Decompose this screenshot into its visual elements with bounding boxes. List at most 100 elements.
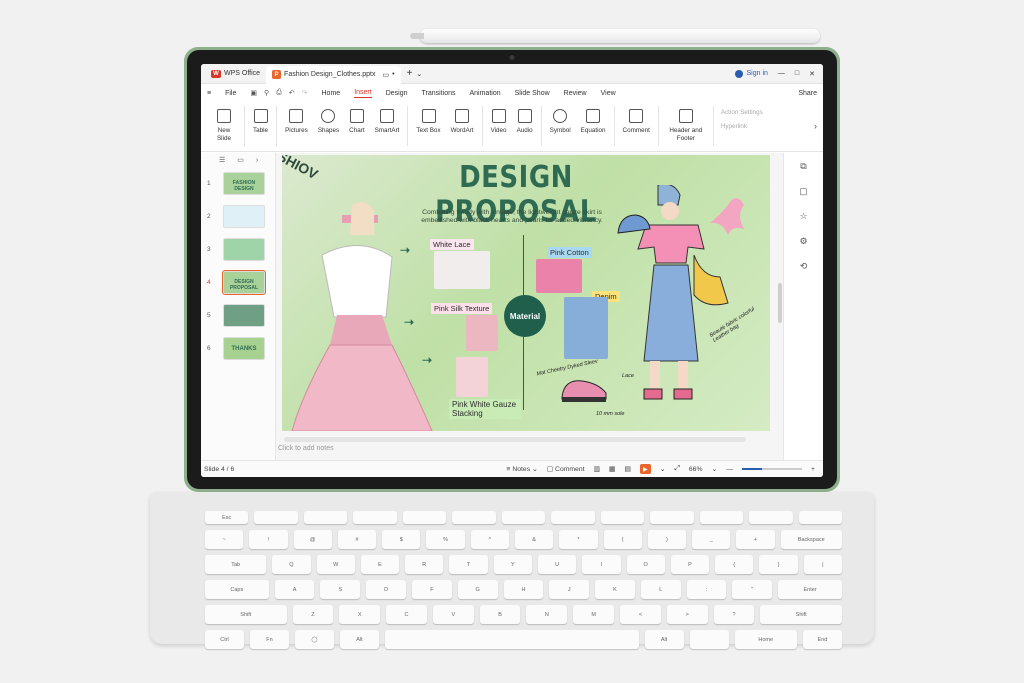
print-icon[interactable]: ⎙: [276, 89, 282, 97]
tab-document[interactable]: P Fashion Design_Clothes.pptx ▭ •: [266, 65, 401, 84]
new-tab-icon[interactable]: +: [407, 68, 413, 79]
shapes-button[interactable]: Shapes: [313, 106, 344, 135]
collapse-panel-icon[interactable]: ›: [256, 157, 258, 164]
thumbnail-item[interactable]: 1 FASHION DESIGN: [201, 167, 275, 200]
key[interactable]: |: [803, 555, 842, 574]
key-space[interactable]: [385, 630, 639, 649]
find-icon[interactable]: ⚲: [264, 89, 269, 97]
tab-wps-office[interactable]: W WPS Office: [205, 66, 266, 82]
wordart-button[interactable]: WordArt: [446, 106, 479, 135]
key[interactable]: W: [316, 555, 355, 574]
illustration-dress-figure[interactable]: [282, 195, 442, 431]
label-pink-gauze[interactable]: Pink White Gauze Stacking: [449, 399, 521, 419]
menu-review[interactable]: Review: [564, 90, 587, 97]
slide-4[interactable]: SHIOV DESIGN PROPOSAL Combining trendy w…: [282, 155, 770, 431]
key[interactable]: _: [692, 530, 731, 549]
thumbnail-item[interactable]: 3: [201, 233, 275, 266]
key[interactable]: [551, 511, 595, 524]
fit-window-icon[interactable]: ⤢: [674, 465, 679, 473]
thumbnail-item[interactable]: 2: [201, 200, 275, 233]
ribbon-scroll-right-icon[interactable]: ›: [814, 106, 817, 146]
normal-view-icon[interactable]: ▥: [594, 465, 600, 473]
key-caps[interactable]: Caps: [205, 580, 269, 599]
key-alt[interactable]: Alt: [644, 630, 684, 649]
key[interactable]: X: [339, 605, 381, 624]
minimize-icon[interactable]: —: [778, 70, 785, 77]
key[interactable]: Q: [272, 555, 311, 574]
video-button[interactable]: Video: [486, 106, 512, 135]
material-badge[interactable]: Material: [504, 295, 546, 337]
thumbnail-item[interactable]: 4 DESIGN PROPOSAL: [201, 266, 275, 299]
zoom-out-icon[interactable]: —: [726, 466, 733, 473]
play-slideshow-icon[interactable]: ▶: [639, 464, 651, 474]
file-menu[interactable]: File: [225, 90, 236, 97]
share-button[interactable]: Share: [798, 90, 817, 97]
thumbnail-item[interactable]: 5: [201, 299, 275, 332]
undo-icon[interactable]: ↶: [289, 89, 295, 97]
key[interactable]: U: [537, 555, 577, 574]
key[interactable]: %: [426, 530, 465, 549]
key[interactable]: ": [732, 580, 773, 599]
key[interactable]: I: [582, 555, 621, 574]
table-button[interactable]: Table: [248, 106, 273, 135]
label-white-lace[interactable]: White Lace: [430, 239, 474, 250]
key-backspace[interactable]: Backspace: [780, 530, 842, 549]
key[interactable]: S: [320, 580, 361, 599]
audio-button[interactable]: Audio: [512, 106, 538, 135]
equation-button[interactable]: Equation: [576, 106, 611, 135]
key[interactable]: A: [274, 580, 315, 599]
key[interactable]: #: [337, 530, 377, 549]
key[interactable]: @: [293, 530, 332, 549]
comment-button[interactable]: Comment: [618, 106, 655, 135]
settings-sliders-icon[interactable]: ⚙: [799, 236, 807, 247]
text-box-button[interactable]: Text Box: [411, 106, 445, 135]
key[interactable]: [699, 511, 744, 524]
comment-panel-icon[interactable]: ▢: [799, 186, 808, 197]
sign-in-button[interactable]: Sign in: [735, 69, 768, 78]
key-enter[interactable]: Enter: [778, 580, 842, 599]
key-shift[interactable]: Shift: [760, 605, 842, 624]
notes-pane[interactable]: Click to add notes: [276, 445, 783, 452]
maximize-icon[interactable]: □: [795, 70, 799, 77]
key[interactable]: M: [573, 605, 615, 624]
key[interactable]: P: [670, 555, 710, 574]
menu-view[interactable]: View: [601, 90, 616, 97]
key[interactable]: [254, 511, 298, 524]
key[interactable]: [798, 511, 843, 524]
zoom-slider[interactable]: [742, 468, 803, 470]
key-tab[interactable]: Tab: [205, 555, 267, 574]
key[interactable]: *: [559, 530, 598, 549]
menu-transitions[interactable]: Transitions: [422, 90, 456, 97]
close-icon[interactable]: ✕: [809, 70, 815, 78]
key[interactable]: {: [715, 555, 754, 574]
menu-home[interactable]: Home: [322, 90, 341, 97]
chevron-down-icon[interactable]: ⌄: [416, 70, 422, 78]
key[interactable]: ~: [205, 530, 244, 549]
key[interactable]: $: [382, 530, 421, 549]
key[interactable]: E: [360, 555, 400, 574]
key-fn[interactable]: Fn: [250, 630, 289, 649]
key-circle[interactable]: ◯: [295, 630, 334, 649]
key[interactable]: F: [412, 580, 452, 599]
key-ctrl[interactable]: Ctrl: [205, 630, 244, 649]
key[interactable]: Z: [292, 605, 334, 624]
horizontal-scrollbar[interactable]: [284, 437, 746, 442]
slide-canvas[interactable]: SHIOV DESIGN PROPOSAL Combining trendy w…: [276, 153, 783, 460]
notes-toggle[interactable]: ≡ Notes ⌄: [507, 465, 538, 473]
comment-toggle[interactable]: ▢ Comment: [547, 465, 585, 473]
copy-icon[interactable]: ⧉: [800, 161, 806, 172]
key[interactable]: [501, 511, 546, 524]
key[interactable]: ^: [470, 530, 509, 549]
window-icon[interactable]: ▭: [383, 71, 390, 79]
outline-view-icon[interactable]: ☰: [219, 156, 225, 164]
key[interactable]: L: [640, 580, 681, 599]
key[interactable]: <: [620, 605, 661, 624]
chevron-down-icon[interactable]: ⌄: [712, 465, 718, 473]
key-home[interactable]: Home: [734, 630, 797, 649]
key[interactable]: ?: [713, 605, 755, 624]
pictures-button[interactable]: Pictures: [280, 106, 313, 135]
reading-view-icon[interactable]: ▤: [624, 465, 630, 473]
key-end[interactable]: End: [802, 630, 842, 649]
hyperlink-button[interactable]: Hyperlink: [717, 120, 767, 134]
label-pink-cotton[interactable]: Pink Cotton: [547, 247, 592, 258]
